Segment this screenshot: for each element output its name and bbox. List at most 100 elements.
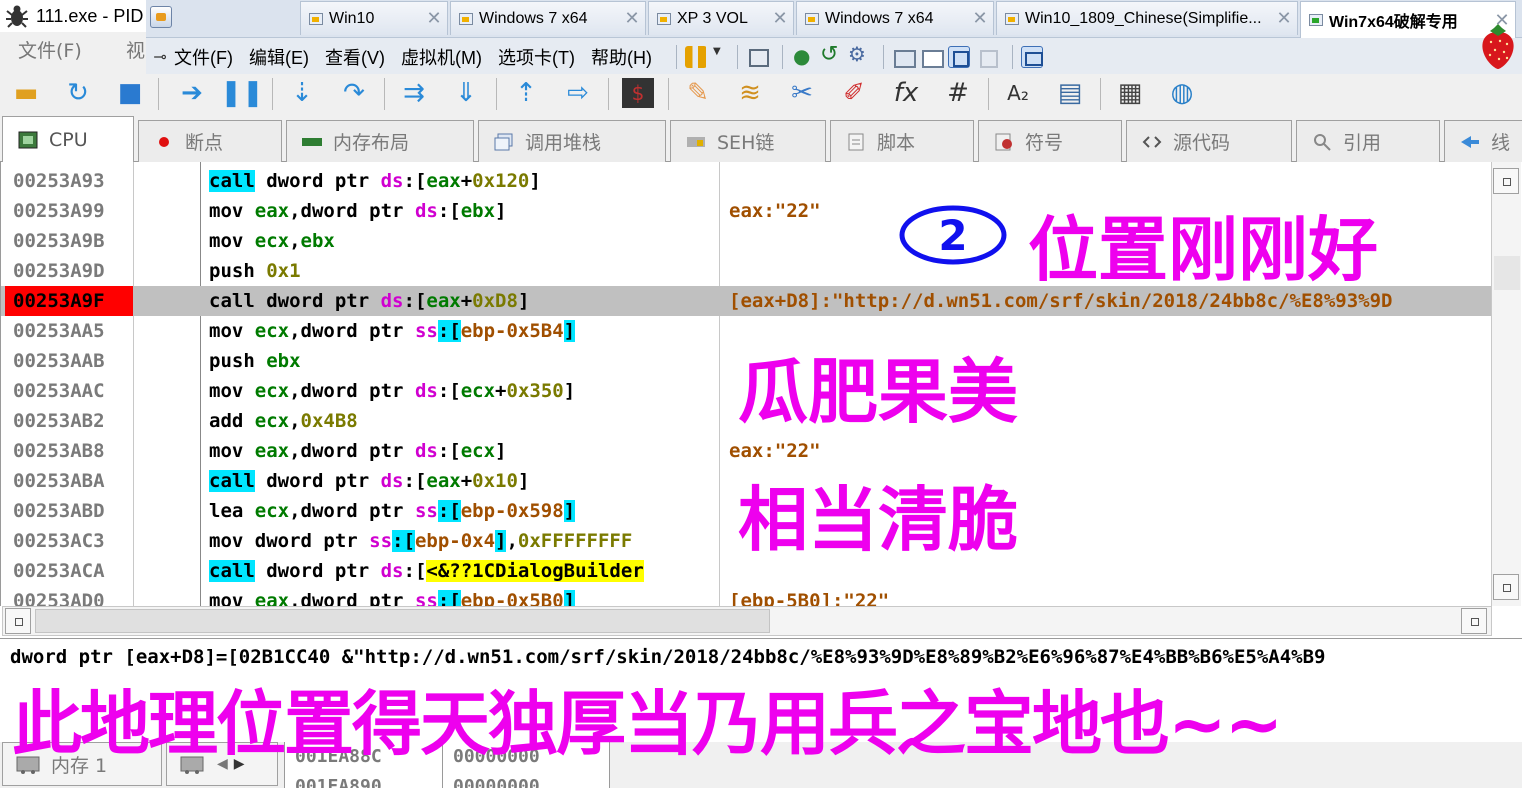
instruction-row[interactable]: 00253AD0 mov eax,dword ptr ss:[ebp-0x5B0]… (1, 586, 1491, 606)
pause-icon[interactable] (684, 45, 707, 68)
comment-icon[interactable]: ≋ (734, 78, 766, 108)
instruction-token: ] (517, 290, 530, 312)
instruction-address: 00253AD0 (13, 590, 105, 606)
network-icon[interactable] (746, 46, 769, 68)
instruction-address: 00253AB8 (13, 440, 105, 462)
vm-tab[interactable]: Win10 ✕ (300, 1, 448, 35)
patch-icon[interactable]: ✎ (682, 78, 714, 108)
vm-menu-help[interactable]: 帮助(H) (591, 44, 652, 70)
trace-into-icon[interactable]: ⇉ (398, 78, 430, 108)
tab-symbols[interactable]: 符号 (978, 120, 1122, 162)
tab-breakpoints[interactable]: 断点 (138, 120, 282, 162)
circled-number-text: 2 (938, 211, 967, 260)
vmware-tab-bar: Win10 ✕ Windows 7 x64 ✕ XP 3 VOL ✕ Windows … (146, 0, 1522, 38)
instruction-token: ] (529, 170, 541, 192)
sidebar-view-icon[interactable] (892, 46, 916, 68)
instruction-row[interactable]: 00253A93 call dword ptr ds:[eax+0x120] (1, 166, 1491, 196)
close-icon[interactable]: ✕ (767, 8, 793, 29)
run-to-user-code-icon[interactable]: ⇨ (562, 78, 594, 108)
stop-icon[interactable]: ■ (114, 78, 146, 108)
dump-address: 001EA890 (295, 776, 382, 788)
tab-call-stack[interactable]: 调用堆栈 (478, 120, 666, 162)
instruction-text: call dword ptr ds:[eax+0x10] (209, 466, 719, 496)
close-icon[interactable]: ✕ (421, 8, 447, 29)
execute-till-return-icon[interactable]: ⇡ (510, 78, 542, 108)
instruction-token: dword ptr (254, 290, 381, 312)
tab-references[interactable]: 引用 (1296, 120, 1440, 162)
instruction-text: call dword ptr ds:[eax+0x120] (209, 166, 719, 196)
tab-source[interactable]: 源代码 (1126, 120, 1292, 162)
debugger-menu-view[interactable]: 视 (126, 36, 145, 63)
tab-label: CPU (49, 129, 88, 151)
revert-snapshot-icon[interactable] (819, 42, 841, 68)
hash-icon[interactable]: # (942, 78, 974, 108)
options-icon[interactable]: ▤ (1054, 78, 1086, 108)
vm-tab[interactable]: XP 3 VOL ✕ (648, 1, 794, 35)
close-icon[interactable]: ✕ (967, 8, 993, 29)
scroll-down-button[interactable] (1493, 574, 1519, 600)
vm-menu-view[interactable]: 查看(V) (325, 44, 385, 70)
scroll-up-button[interactable] (1493, 168, 1519, 194)
function-icon[interactable]: fx (890, 78, 922, 108)
label-icon[interactable]: ✂ (786, 78, 818, 108)
step-into-icon[interactable]: ⇣ (286, 78, 318, 108)
scroll-right-button[interactable] (1461, 608, 1487, 634)
fullscreen-icon[interactable] (947, 45, 970, 68)
vm-tab[interactable]: Win10_1809_Chinese(Simplifie... ✕ (996, 1, 1298, 35)
instruction-token: ] (563, 590, 576, 606)
close-icon[interactable]: ✕ (1271, 8, 1297, 29)
snapshot-manager-icon[interactable] (847, 42, 869, 68)
tab-cpu[interactable]: CPU (2, 116, 134, 163)
scroll-thumb[interactable] (35, 609, 770, 633)
restart-icon[interactable]: ↻ (62, 78, 94, 108)
chevron-down-icon[interactable]: ▼ (713, 46, 723, 68)
pause-icon[interactable]: ❚❚ (220, 78, 264, 108)
thumbnail-view-icon[interactable] (920, 46, 944, 68)
bookmark-icon[interactable]: ✐ (838, 78, 870, 108)
scroll-left-button[interactable] (5, 608, 31, 634)
instruction-token: eax (426, 470, 461, 492)
instruction-address: 00253AA5 (13, 320, 105, 342)
vm-menu-edit[interactable]: 编辑(E) (249, 44, 309, 70)
close-icon[interactable]: ✕ (619, 8, 645, 29)
tab-label: 内存布局 (333, 132, 410, 154)
console-view-icon[interactable] (1020, 45, 1043, 68)
instruction-token: ecx (460, 380, 496, 402)
vm-tab[interactable]: Windows 7 x64 ✕ (450, 1, 646, 35)
vm-tab-label: Win10 (329, 9, 375, 27)
memory-icon (301, 132, 323, 152)
instruction-text: mov eax,dword ptr ds:[ecx] (209, 436, 719, 466)
debugger-menu-file[interactable]: 文件(F) (18, 36, 82, 63)
instruction-token: ss (414, 320, 438, 342)
tab-seh-chain[interactable]: SEH链 (670, 120, 826, 162)
scroll-thumb[interactable] (1494, 256, 1520, 290)
instruction-token: dword ptr (254, 530, 370, 552)
calculator-icon[interactable]: ▦ (1114, 78, 1146, 108)
open-file-icon[interactable]: ▬ (10, 78, 42, 108)
vm-menu-file[interactable]: 文件(F) (174, 44, 233, 70)
vm-menu-tabs[interactable]: 选项卡(T) (498, 44, 575, 70)
step-over-icon[interactable]: ↷ (338, 78, 370, 108)
font-icon[interactable]: A₂ (1002, 78, 1034, 108)
trace-over-icon[interactable]: ⇓ (450, 78, 482, 108)
instruction-token: call (209, 470, 255, 492)
vertical-scrollbar[interactable] (1491, 162, 1521, 606)
snapshot-icon[interactable] (791, 44, 813, 68)
vm-tab[interactable]: Windows 7 x64 ✕ (796, 1, 994, 35)
pin-icon[interactable]: ⊸ (146, 47, 174, 66)
tab-script[interactable]: 脚本 (830, 120, 974, 162)
dump-value: 00000000 (453, 776, 540, 788)
tab-threads[interactable]: 线 (1444, 120, 1522, 162)
horizontal-scrollbar[interactable] (2, 606, 1492, 636)
tab-memory-map[interactable]: 内存布局 (286, 120, 474, 162)
vmware-home-icon[interactable] (150, 6, 172, 28)
run-icon[interactable]: ➔ (176, 78, 208, 108)
instruction-row[interactable]: 00253AB8 mov eax,dword ptr ds:[ecx] eax:"2… (1, 436, 1491, 466)
scylla-icon[interactable]: $ (622, 78, 654, 108)
vm-tab-label: Windows 7 x64 (479, 9, 588, 27)
vm-menu-vm[interactable]: 虚拟机(M) (401, 44, 482, 70)
unity-icon[interactable] (976, 46, 998, 68)
globe-icon[interactable]: ◍ (1166, 78, 1198, 108)
instruction-token: ds (380, 290, 404, 312)
tab-label: 调用堆栈 (525, 132, 602, 154)
